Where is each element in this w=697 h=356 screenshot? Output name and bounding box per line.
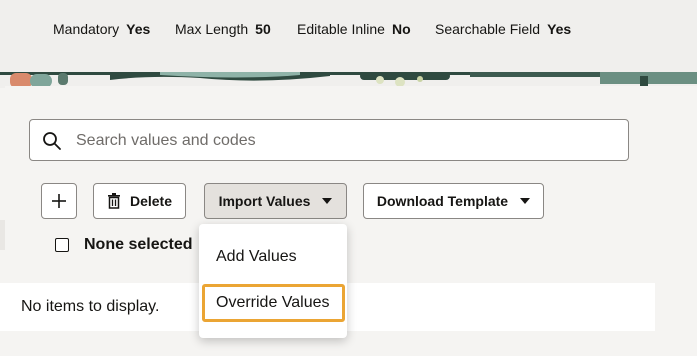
caret-down-icon: [520, 198, 531, 204]
meta-label: Editable Inline: [297, 21, 385, 37]
meta-value: Yes: [126, 21, 151, 37]
meta-editable-inline: Editable Inline No: [297, 21, 411, 37]
menu-item-add-values[interactable]: Add Values: [199, 238, 347, 276]
add-button[interactable]: [41, 183, 77, 219]
meta-value: No: [391, 21, 411, 37]
search-field[interactable]: [29, 119, 629, 162]
menu-item-override-values[interactable]: Override Values: [202, 284, 345, 322]
caret-down-icon: [322, 198, 333, 204]
meta-value: Yes: [547, 21, 572, 37]
meta-label: Max Length: [175, 21, 249, 37]
field-details-header: Mandatory Yes Max Length 50 Editable Inlin…: [0, 0, 697, 74]
delete-button[interactable]: Delete: [93, 183, 186, 219]
meta-value: 50: [255, 21, 271, 37]
search-icon: [43, 132, 61, 150]
meta-mandatory: Mandatory Yes: [53, 21, 150, 37]
delete-label: Delete: [129, 193, 173, 209]
meta-searchable-field: Searchable Field Yes: [435, 21, 571, 37]
meta-max-length: Max Length 50: [175, 21, 271, 37]
panel-edge: [0, 220, 5, 250]
empty-message: No items to display.: [21, 298, 160, 315]
search-input[interactable]: [74, 120, 618, 162]
meta-label: Mandatory: [53, 21, 120, 37]
meta-label: Searchable Field: [435, 21, 541, 37]
download-template-button[interactable]: Download Template: [363, 183, 544, 219]
download-template-label: Download Template: [376, 193, 509, 209]
selection-status: None selected: [84, 236, 193, 253]
select-all-checkbox[interactable]: [55, 238, 69, 252]
selection-row: None selected: [55, 236, 192, 254]
import-values-menu: Add Values Override Values: [199, 224, 347, 338]
import-values-button[interactable]: Import Values: [204, 183, 347, 219]
plus-icon: [52, 194, 66, 208]
import-values-label: Import Values: [218, 193, 311, 209]
trash-icon: [107, 193, 120, 209]
